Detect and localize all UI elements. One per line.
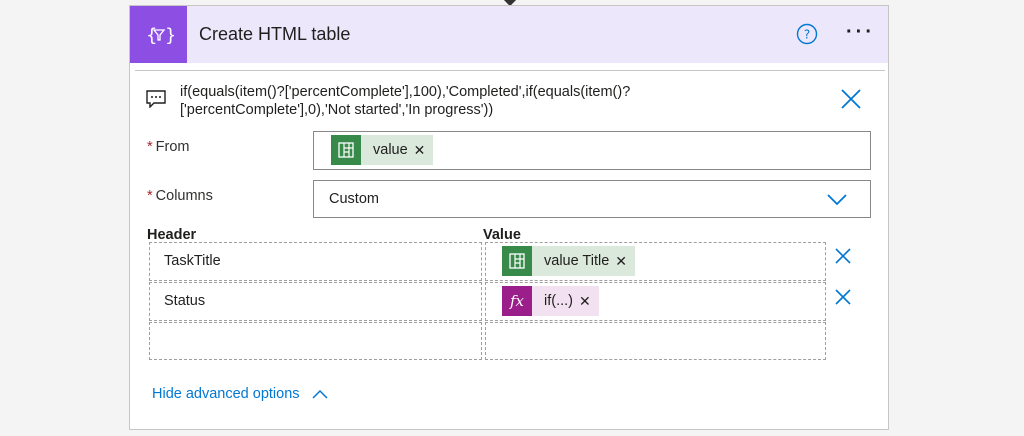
action-card: { } Create HTML table ? ··· if(equals(it… <box>129 5 889 430</box>
columns-label: * Columns <box>147 188 213 204</box>
action-title: Create HTML table <box>199 24 351 44</box>
table-icon <box>331 135 361 165</box>
expression-token[interactable]: fx if(...) ✕ <box>502 286 599 316</box>
from-label: * From <box>147 139 190 155</box>
svg-text:}: } <box>165 25 174 46</box>
remove-token-icon[interactable]: ✕ <box>579 293 599 310</box>
chevron-up-icon <box>312 389 328 399</box>
columns-selected-value: Custom <box>329 191 379 207</box>
fx-icon: fx <box>502 286 532 316</box>
divider <box>135 70 885 71</box>
table-icon <box>502 246 532 276</box>
delete-row-icon[interactable] <box>834 247 852 270</box>
token-label: if(...) <box>544 293 573 309</box>
token-label: value <box>373 142 408 158</box>
value-cell-empty[interactable] <box>485 322 826 360</box>
token-label: value Title <box>544 253 610 269</box>
svg-text:?: ? <box>804 28 810 42</box>
columns-dropdown[interactable]: Custom <box>313 180 871 218</box>
remove-token-icon[interactable]: ✕ <box>414 142 434 159</box>
value-cell[interactable]: fx if(...) ✕ <box>485 282 826 321</box>
action-header[interactable]: { } Create HTML table ? ··· <box>130 6 888 63</box>
action-comment[interactable]: if(equals(item()?['percentComplete'],100… <box>180 83 680 119</box>
svg-text:{: { <box>146 25 157 46</box>
data-operation-icon: { } <box>130 6 187 63</box>
header-cell-text: Status <box>164 293 206 309</box>
comment-line-1: if(equals(item()?['percentComplete'],100… <box>180 84 631 100</box>
hide-advanced-options-label: Hide advanced options <box>152 386 300 402</box>
value-column-label: Value <box>483 227 521 243</box>
chevron-down-icon <box>827 194 847 206</box>
hide-advanced-options-link[interactable]: Hide advanced options <box>152 386 328 402</box>
header-cell-empty[interactable] <box>149 322 482 360</box>
more-options-icon[interactable]: ··· <box>846 22 875 42</box>
from-field[interactable]: value ✕ <box>313 131 871 170</box>
header-cell[interactable]: Status <box>149 282 482 321</box>
from-value-token[interactable]: value ✕ <box>331 135 434 165</box>
value-title-token[interactable]: value Title ✕ <box>502 246 636 276</box>
value-cell[interactable]: value Title ✕ <box>485 242 826 281</box>
close-comment-icon[interactable] <box>840 88 862 115</box>
header-cell-text: TaskTitle <box>164 253 221 269</box>
delete-row-icon[interactable] <box>834 288 852 311</box>
comment-icon <box>146 90 166 113</box>
remove-token-icon[interactable]: ✕ <box>615 253 635 270</box>
comment-line-2: ['percentComplete'],0),'Not started','In… <box>180 102 494 118</box>
header-column-label: Header <box>147 227 197 243</box>
header-cell[interactable]: TaskTitle <box>149 242 482 281</box>
help-icon[interactable]: ? <box>796 23 818 45</box>
